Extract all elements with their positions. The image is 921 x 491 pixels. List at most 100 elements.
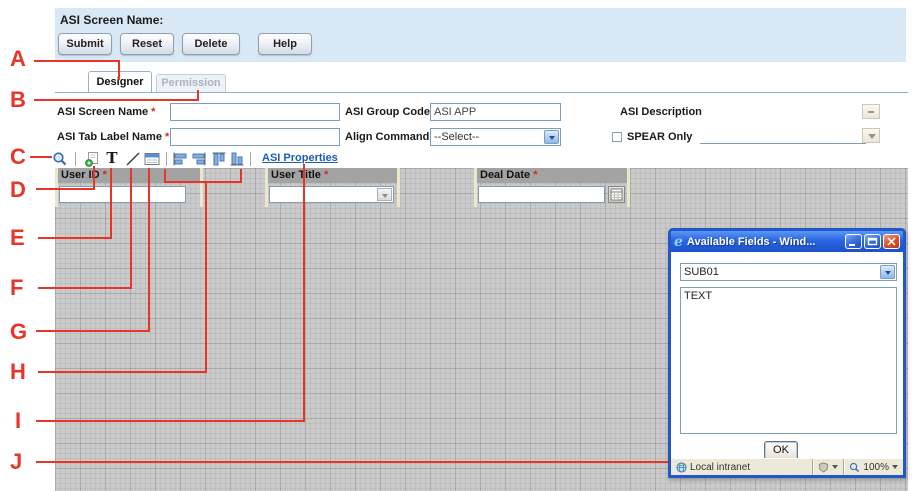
required-marker: * xyxy=(165,131,169,143)
screenshot-stage: ASI Screen Name: Submit Reset Delete Hel… xyxy=(0,0,921,491)
asi-properties-link[interactable]: ASI Properties xyxy=(262,152,338,164)
status-zone: Local intranet xyxy=(671,459,813,475)
help-button[interactable]: Help xyxy=(258,33,312,55)
spear-only-underline xyxy=(700,143,866,144)
required-marker: * xyxy=(103,169,107,181)
callout-line-f xyxy=(130,168,132,289)
required-marker: * xyxy=(533,169,537,181)
close-icon[interactable] xyxy=(883,234,900,249)
description-scrollbar[interactable] xyxy=(862,104,880,144)
toolbar-separator xyxy=(75,152,76,166)
group-code-label: ASI Group Code xyxy=(345,106,428,118)
tab-label-name-input[interactable] xyxy=(170,128,340,146)
callout-line-h xyxy=(205,182,207,373)
status-protected-mode[interactable] xyxy=(813,459,844,475)
restore-button[interactable] xyxy=(864,234,881,249)
tab-underline xyxy=(55,92,908,93)
callout-line-i xyxy=(303,164,305,422)
align-command-select[interactable]: --Select-- xyxy=(430,128,561,146)
tab-label-name-label: ASI Tab Label Name * xyxy=(57,131,169,143)
screen-name-input[interactable] xyxy=(170,103,340,121)
callout-line-h xyxy=(38,371,207,373)
available-fields-select[interactable]: SUB01 xyxy=(680,263,897,281)
minimize-button[interactable] xyxy=(845,234,862,249)
callout-line-b xyxy=(197,90,199,101)
align-command-label: Align Command xyxy=(345,131,428,143)
text-tool-icon[interactable]: T xyxy=(104,150,120,166)
delete-button[interactable]: Delete xyxy=(182,33,240,55)
required-marker: * xyxy=(151,106,155,118)
callout-line-e xyxy=(110,168,112,239)
screen-name-label: ASI Screen Name * xyxy=(57,106,155,118)
callout-letter-j: J xyxy=(10,451,22,473)
globe-icon xyxy=(676,462,687,473)
shield-icon xyxy=(818,462,829,473)
scroll-up-button[interactable] xyxy=(862,104,880,119)
spear-only-checkbox[interactable] xyxy=(612,132,622,142)
callout-line-a xyxy=(34,60,120,62)
callout-line-h xyxy=(240,169,242,183)
list-item[interactable]: TEXT xyxy=(684,290,893,302)
align-right-icon[interactable] xyxy=(191,151,207,167)
callout-letter-h: H xyxy=(10,361,26,383)
canvas-field-user-title[interactable]: User Title * xyxy=(265,168,400,207)
chevron-down-icon[interactable] xyxy=(880,265,895,279)
window-body: SUB01 TEXT OK xyxy=(671,252,903,458)
zoom-icon xyxy=(849,462,860,473)
deal-date-input[interactable] xyxy=(478,186,605,203)
tab-designer[interactable]: Designer xyxy=(88,71,152,92)
callout-letter-d: D xyxy=(10,179,26,201)
chevron-down-icon xyxy=(892,465,898,469)
callout-line-e xyxy=(38,237,112,239)
callout-line-b xyxy=(34,99,199,101)
canvas-field-deal-date[interactable]: Deal Date * xyxy=(474,168,630,207)
callout-line-a xyxy=(118,60,120,80)
reset-button[interactable]: Reset xyxy=(120,33,174,55)
field-label: User Title * xyxy=(268,168,397,183)
chevron-down-icon[interactable] xyxy=(544,130,559,144)
window-title: Available Fields - Wind... xyxy=(687,236,843,248)
group-code-field: ASI APP xyxy=(430,103,561,121)
required-marker: * xyxy=(324,169,328,181)
chevron-down-icon xyxy=(832,465,838,469)
tab-permission[interactable]: Permission xyxy=(156,74,226,92)
available-fields-list[interactable]: TEXT xyxy=(680,287,897,434)
callout-line-h xyxy=(164,181,242,183)
callout-letter-i: I xyxy=(15,410,21,432)
callout-letter-c: C xyxy=(10,146,26,168)
callout-letter-e: E xyxy=(10,227,25,249)
callout-line-h xyxy=(164,169,166,183)
zoom-icon[interactable] xyxy=(52,151,68,167)
panel-tool-icon[interactable] xyxy=(144,151,160,167)
callout-line-j xyxy=(36,461,668,463)
callout-line-d xyxy=(93,166,95,190)
callout-line-d xyxy=(36,188,95,190)
field-label: Deal Date * xyxy=(477,168,627,183)
description-label: ASI Description xyxy=(620,106,702,118)
callout-line-g xyxy=(36,330,150,332)
submit-button[interactable]: Submit xyxy=(58,33,112,55)
status-zoom[interactable]: 100% xyxy=(844,459,903,475)
callout-letter-g: G xyxy=(10,321,27,343)
chevron-down-icon[interactable] xyxy=(377,188,392,201)
align-bottom-icon[interactable] xyxy=(229,151,245,167)
available-fields-window[interactable]: e Available Fields - Wind... SUB01 TEXT … xyxy=(668,228,906,478)
internet-explorer-icon: e xyxy=(674,235,683,249)
window-statusbar: Local intranet 100% xyxy=(671,458,903,475)
line-tool-icon[interactable] xyxy=(125,151,141,167)
scroll-down-button[interactable] xyxy=(862,128,880,143)
spear-only-label: SPEAR Only xyxy=(627,131,692,143)
user-title-select[interactable] xyxy=(269,186,394,203)
add-field-icon[interactable] xyxy=(84,151,100,167)
callout-line-i xyxy=(36,420,305,422)
toolbar-separator xyxy=(250,152,251,166)
page-title: ASI Screen Name: xyxy=(60,13,163,27)
callout-letter-a: A xyxy=(10,48,26,70)
callout-line-c xyxy=(30,156,52,158)
callout-letter-b: B xyxy=(10,89,26,111)
window-titlebar[interactable]: e Available Fields - Wind... xyxy=(671,231,903,252)
calendar-icon[interactable] xyxy=(608,186,625,203)
align-left-icon[interactable] xyxy=(172,151,188,167)
align-top-icon[interactable] xyxy=(211,151,227,167)
callout-line-g xyxy=(148,168,150,332)
